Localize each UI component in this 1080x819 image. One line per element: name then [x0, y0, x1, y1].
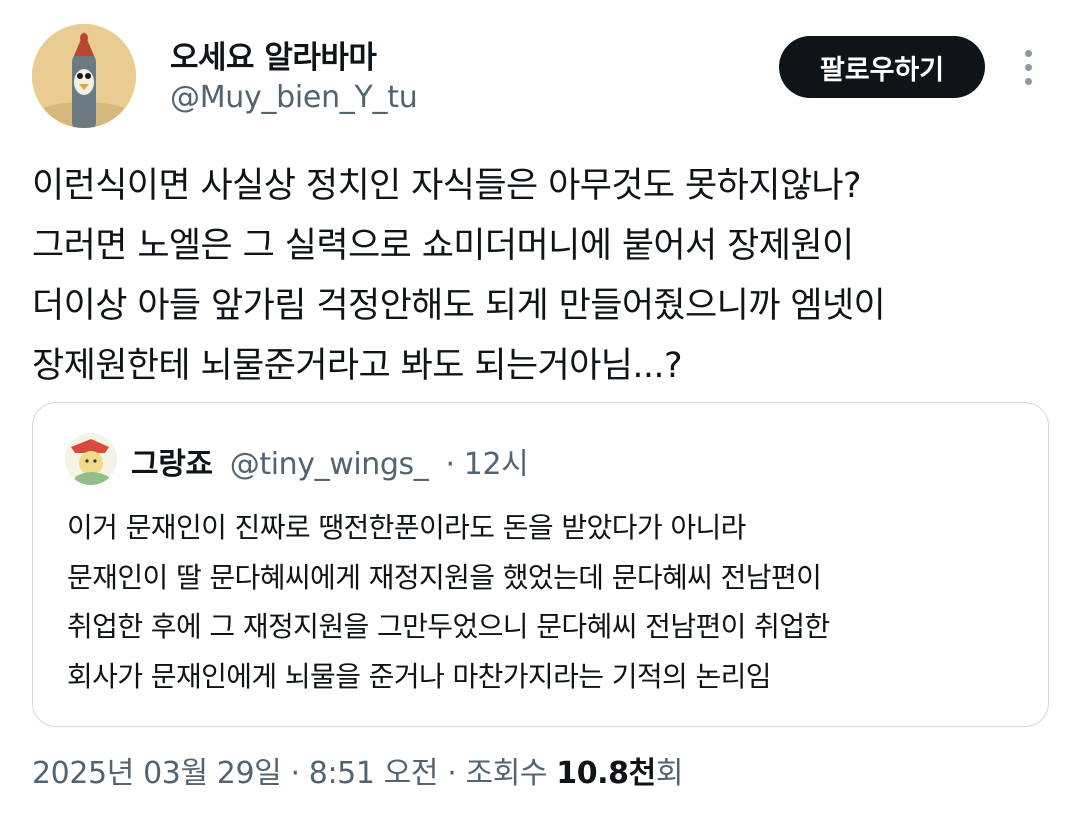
quote-text-line: 문재인이 딸 문다혜씨에게 재정지원을 했었는데 문다혜씨 전남편이 [67, 560, 822, 594]
avatar[interactable] [32, 24, 136, 128]
quote-text-line: 이거 문재인이 진짜로 땡전한푼이라도 돈을 받았다가 아니라 [67, 511, 746, 544]
author-name[interactable]: 오세요 알라바마 [170, 32, 377, 77]
tweet-text-line: 장제원한테 뇌물준거라고 봐도 되는거아님...? [32, 346, 683, 386]
quote-avatar[interactable] [65, 433, 117, 485]
quote-text-line: 회사가 문재인에게 뇌물을 준거나 마찬가지라는 기적의 논리임 [67, 659, 772, 693]
quote-text: 이거 문재인이 진짜로 땡전한푼이라도 돈을 받았다가 아니라 문재인이 딸 문… [67, 503, 1027, 701]
view-count: 10.8천 [556, 756, 656, 791]
dot-icon [1024, 77, 1032, 85]
tweet-meta: 2025년 03월 29일 · 8:51 오전 · 조회수 10.8천회 [32, 748, 683, 792]
tweet-text-line: 더이상 아들 앞가림 걱정안해도 되게 만들어줬으니까 엠넷이 [32, 286, 886, 326]
avatar-image [32, 24, 136, 128]
tweet-detail: 오세요 알라바마 @Muy_bien_Y_tu 팔로우하기 이런식이면 사실상 … [0, 0, 1080, 819]
tweet-datetime[interactable]: 2025년 03월 29일 · 8:51 오전 · 조회수 [32, 756, 556, 791]
more-vertical-icon[interactable] [1010, 45, 1046, 89]
tweet-text: 이런식이면 사실상 정치인 자식들은 아무것도 못하지않나? 그러면 노엘은 그… [32, 156, 1052, 396]
quoted-tweet[interactable]: 그랑죠 @tiny_wings_ · 12시 이거 문재인이 진짜로 땡전한푼이… [32, 402, 1049, 727]
dot-icon [1024, 63, 1032, 71]
dot-icon [1024, 49, 1032, 57]
quote-header: 그랑죠 @tiny_wings_ · 12시 [131, 439, 529, 483]
tweet-text-line: 이런식이면 사실상 정치인 자식들은 아무것도 못하지않나? [32, 166, 862, 206]
quote-author-name: 그랑죠 [131, 447, 213, 482]
quote-author-handle: @tiny_wings_ [229, 447, 429, 482]
tweet-text-line: 그러면 노엘은 그 실력으로 쇼미더머니에 붙어서 장제원이 [32, 226, 854, 266]
author-handle[interactable]: @Muy_bien_Y_tu [170, 80, 418, 115]
follow-button[interactable]: 팔로우하기 [779, 36, 985, 98]
quote-text-line: 취업한 후에 그 재정지원을 그만두었으니 문다혜씨 전남편이 취업한 [67, 610, 830, 643]
view-count-suffix: 회 [655, 756, 684, 791]
quote-time: · 12시 [445, 447, 529, 482]
quote-avatar-image [65, 433, 117, 485]
